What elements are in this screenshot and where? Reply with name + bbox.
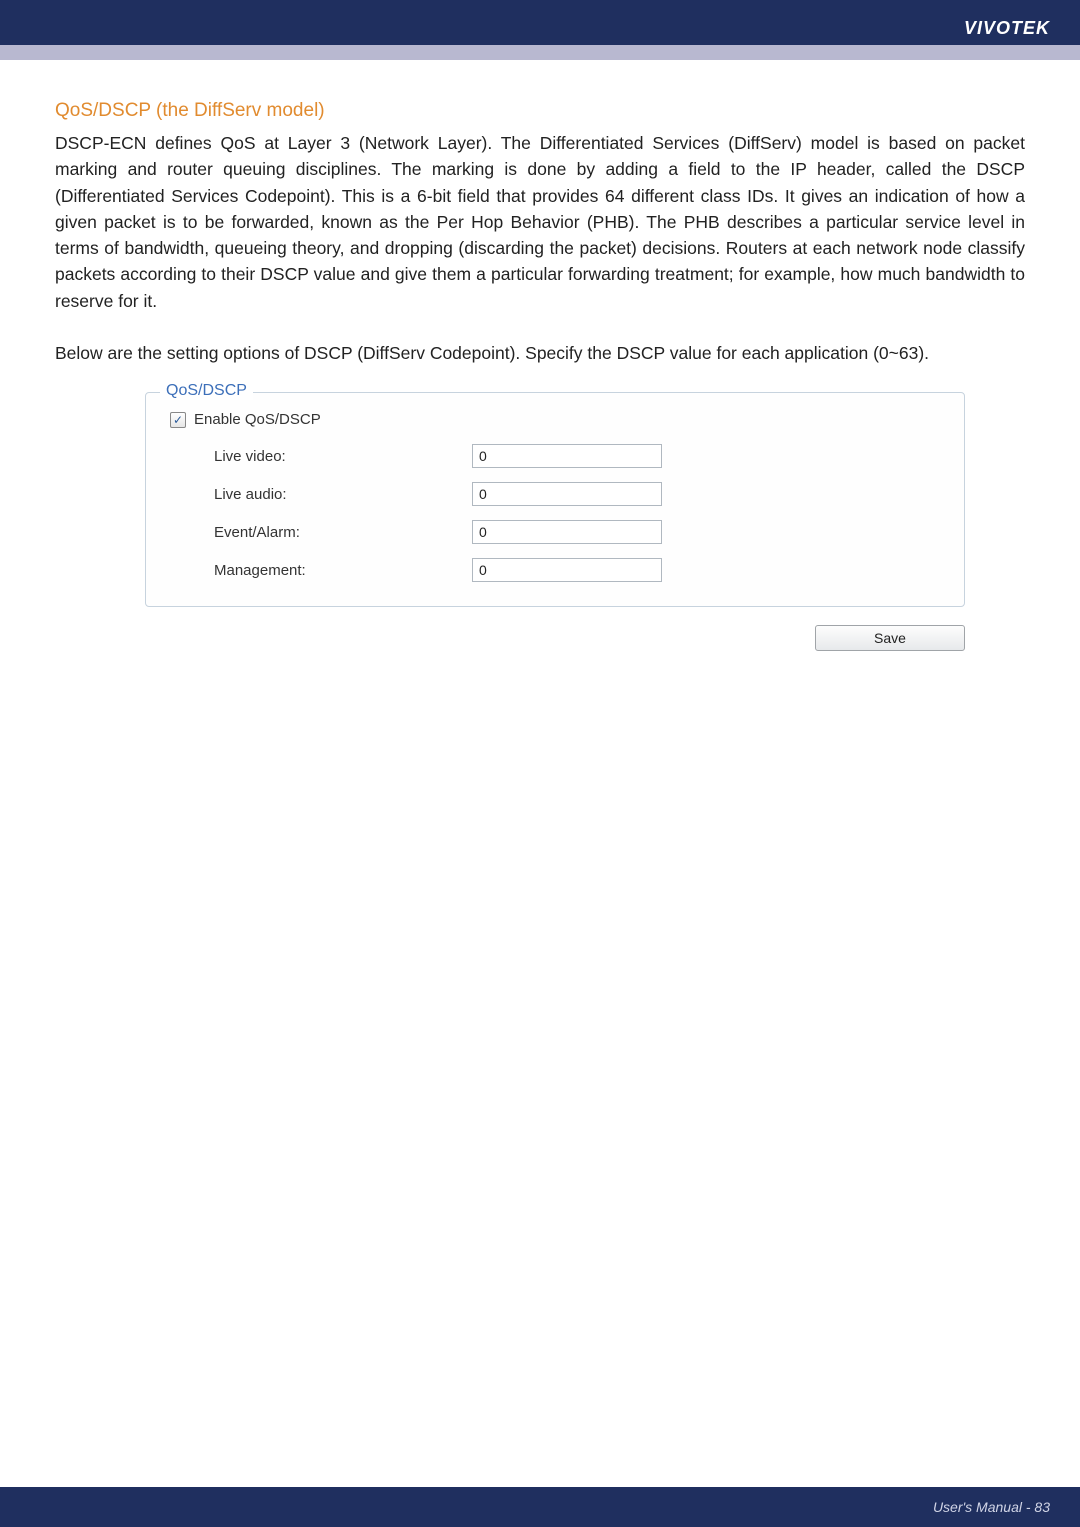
paragraph-2: Below are the setting options of DSCP (D… [55,340,1025,366]
live-video-label: Live video: [214,448,472,465]
footer-bar: User's Manual - 83 [0,1487,1080,1527]
save-button[interactable]: Save [815,625,965,651]
event-alarm-row: Event/Alarm: [214,520,944,544]
fieldset-legend: QoS/DSCP [160,382,253,400]
live-audio-label: Live audio: [214,486,472,503]
event-alarm-label: Event/Alarm: [214,524,472,541]
live-audio-input[interactable] [472,482,662,506]
event-alarm-input[interactable] [472,520,662,544]
paragraph-1: DSCP-ECN defines QoS at Layer 3 (Network… [55,130,1025,314]
enable-qos-label: Enable QoS/DSCP [194,411,321,428]
enable-qos-row: Enable QoS/DSCP [170,411,944,428]
enable-qos-checkbox[interactable] [170,412,186,428]
header-bar: VIVOTEK [0,0,1080,60]
live-video-row: Live video: [214,444,944,468]
management-label: Management: [214,562,472,579]
save-row: Save [145,625,965,651]
management-input[interactable] [472,558,662,582]
footer-text: User's Manual - 83 [933,1499,1050,1515]
page-content: QoS/DSCP (the DiffServ model) DSCP-ECN d… [0,60,1080,651]
management-row: Management: [214,558,944,582]
live-audio-row: Live audio: [214,482,944,506]
section-title: QoS/DSCP (the DiffServ model) [55,100,1025,122]
qos-dscp-fieldset: QoS/DSCP Enable QoS/DSCP Live video: Liv… [145,392,965,607]
live-video-input[interactable] [472,444,662,468]
brand-label: VIVOTEK [964,18,1050,39]
